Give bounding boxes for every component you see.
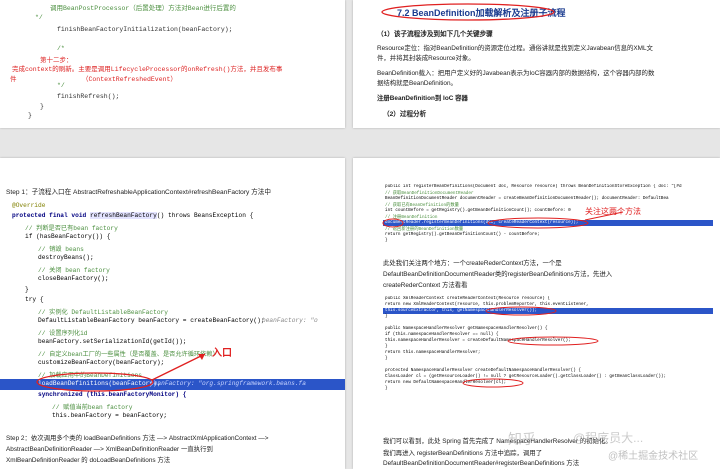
code-line: */ [35,14,43,21]
code-line: finishRefresh(); [57,93,120,100]
watermark-user: @程序员大... [573,431,644,445]
page-bottom-left: Step 1：子流程入口在 AbstractRefreshableApplica… [0,158,345,469]
code-line: 件 [10,76,17,83]
watermark-zhihu: 知乎 [508,431,536,447]
annotation-arrow [36,353,206,392]
watermark-site: @稀土掘金技术社区 [608,451,699,462]
code-line: 完成context的刷新。主要是调用LifecycleProcessor的onR… [12,66,283,73]
paragraph-register: 注册BeanDefinition到 IoC 容器 [377,95,468,102]
step2-text-cont: AbstractBeanDefinitionReader —> XmlBeanD… [6,446,213,453]
code-line: （ContextRefreshedEvent） [82,76,177,83]
page-bottom-right: public int registerBeanDefinitions(Docum… [353,158,720,469]
paragraph-register-trace-cont: DefaultBeanDefinitionDocumentReader#regi… [383,460,580,467]
code-line: 调用BeanPostProcessor（后置处理）方法对Bean进行后置的 [50,5,236,12]
code-line: } [40,103,44,110]
subheading-steps: （1）该子流程涉及到如下几个关键步骤 [377,31,493,38]
page-top-right: 7.2 BeanDefinition加载解析及注册子流程 （1）该子流程涉及到如… [353,0,720,128]
step2-text-cont2: XmlBeanDefinitionReader 的 doLoadBeanDefi… [6,457,171,464]
annotation-entry-label: 入口 [212,348,232,359]
paragraph-load: BeanDefinition载入：把用户定义好的Javabean表示为IoC容器… [377,70,655,77]
heading-circle [381,3,555,21]
code-line: finishBeanFactoryInitialization(beanFact… [57,26,233,33]
page-top-left: 调用BeanPostProcessor（后置处理）方法对Bean进行后置的 */… [0,0,345,128]
step2-text: Step 2：依次调用多个类的 loadBeanDefinitions 方法 —… [6,435,269,442]
paragraph-register-trace: 我们再进入 registerBeanDefinitions 方法中追踪，调用了 [383,450,543,457]
code-line: */ [57,82,65,89]
code-line: } [28,112,32,119]
subheading-analysis: （2）过程分析 [383,111,427,118]
paragraph-resource: Resource定位：指对BeanDefinition的资源定位过程。通俗讲就是… [377,45,653,52]
paragraph-resource-cont: 件，并将其封装成Resource对象。 [377,55,475,62]
code-line: /* [57,45,65,52]
annotation-circles [462,306,599,388]
paragraph-load-cont: 据结构就是BeanDefinition。 [377,80,457,87]
